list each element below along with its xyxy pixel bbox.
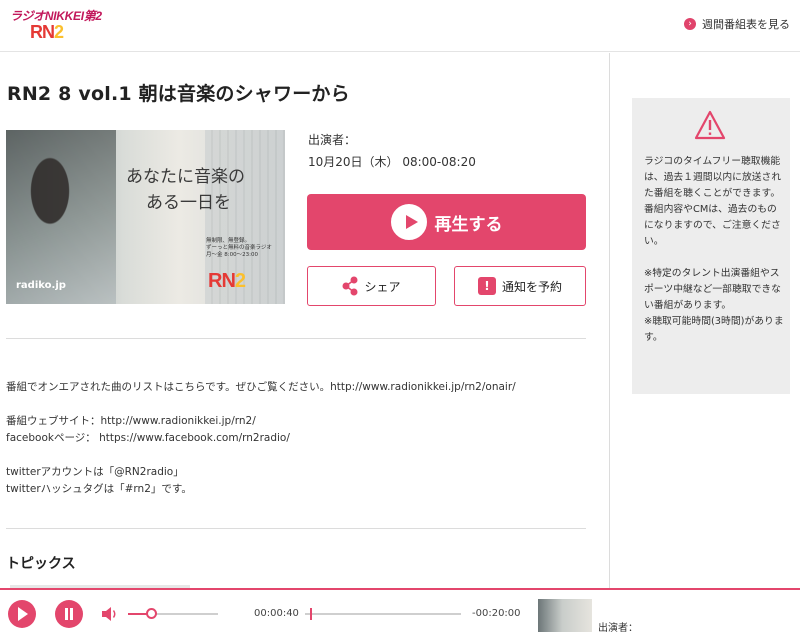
twitter-hashtag-text: twitterハッシュタグは「#rn2」です。 xyxy=(6,483,192,495)
twitter-account-text: twitterアカウントは「@RN2radio」 xyxy=(6,466,184,478)
program-detail: RN2 8 vol.1 朝は音楽のシャワーから あなたに音楽の ある一日を 無制… xyxy=(0,53,610,588)
seek-bar[interactable] xyxy=(305,608,461,620)
play-button[interactable]: 再生する xyxy=(307,194,586,250)
notify-reserve-button[interactable]: ! 通知を予約 xyxy=(454,266,586,306)
volume-slider-knob[interactable] xyxy=(145,608,157,619)
header: ラジオNIKKEI第2 RN2 › 週間番組表を見る xyxy=(0,0,800,52)
play-icon xyxy=(390,204,427,240)
notification-icon: ! xyxy=(477,277,496,295)
weekly-schedule-label: 週間番組表を見る xyxy=(702,18,790,31)
notify-button-label: 通知を予約 xyxy=(501,279,562,294)
radio-nikkei-logo[interactable]: ラジオNIKKEI第2 RN2 xyxy=(10,7,102,45)
remaining-time: -00:20:00 xyxy=(472,608,521,619)
broadcast-datetime: 10月20日（木） 08:00-08:20 xyxy=(308,155,476,169)
thumbnail-radiko-logo: radiko.jp xyxy=(16,280,66,291)
thumbnail-catch-line2: ある一日を xyxy=(146,193,231,213)
program-title: RN2 8 vol.1 朝は音楽のシャワーから xyxy=(7,83,350,105)
divider xyxy=(6,338,586,339)
topics-heading: トピックス xyxy=(6,556,76,572)
player-pause-button[interactable] xyxy=(55,600,83,628)
notice-text: ラジコのタイムフリー聴取機能は、過去１週間以内に放送された番組を聴くことができま… xyxy=(644,156,784,343)
share-icon xyxy=(342,276,358,296)
thumbnail-rn2-logo: RN2 xyxy=(208,270,246,292)
thumbnail-catch-line1: あなたに音楽の xyxy=(126,167,245,187)
play-button-label: 再生する xyxy=(434,214,503,235)
program-description: 番組でオンエアされた曲のリストはこちらです。ぜひご覧ください。http://ww… xyxy=(6,379,516,498)
seek-bar-handle[interactable] xyxy=(310,608,313,620)
volume-icon[interactable] xyxy=(101,606,119,622)
player-performer-label: 出演者： xyxy=(598,623,638,634)
logo-rn2: RN2 xyxy=(30,22,64,42)
chevron-right-icon: › xyxy=(684,18,696,30)
share-button-label: シェア xyxy=(364,279,401,294)
facebook-text: facebookページ： https://www.facebook.com/rn… xyxy=(6,432,290,444)
weekly-schedule-link[interactable]: › 週間番組表を見る xyxy=(684,16,790,32)
thumbnail-subtitle: 無制限、無登録。 ずーっと無料の音楽ラジオ 月～金 8:00～23:00 xyxy=(206,238,272,258)
website-text: 番組ウェブサイト：http://www.radionikkei.jp/rn2/ xyxy=(6,415,256,427)
warning-icon xyxy=(694,110,726,140)
program-thumbnail: あなたに音楽の ある一日を 無制限、無登録。 ずーっと無料の音楽ラジオ 月～金 … xyxy=(6,130,285,304)
performer-label: 出演者： xyxy=(308,133,357,147)
player-thumbnail xyxy=(538,599,592,632)
player-bar: 00:00:40 -00:20:00 出演者： xyxy=(0,588,800,636)
share-button[interactable]: シェア xyxy=(307,266,436,306)
thumbnail-person-image xyxy=(6,130,116,304)
volume-slider[interactable] xyxy=(128,608,218,619)
player-play-button[interactable] xyxy=(8,600,36,628)
divider xyxy=(6,528,586,529)
timefree-notice: ラジコのタイムフリー聴取機能は、過去１週間以内に放送された番組を聴くことができま… xyxy=(632,98,790,394)
onair-list-text: 番組でオンエアされた曲のリストはこちらです。ぜひご覧ください。http://ww… xyxy=(6,381,516,393)
current-time: 00:00:40 xyxy=(254,608,299,619)
